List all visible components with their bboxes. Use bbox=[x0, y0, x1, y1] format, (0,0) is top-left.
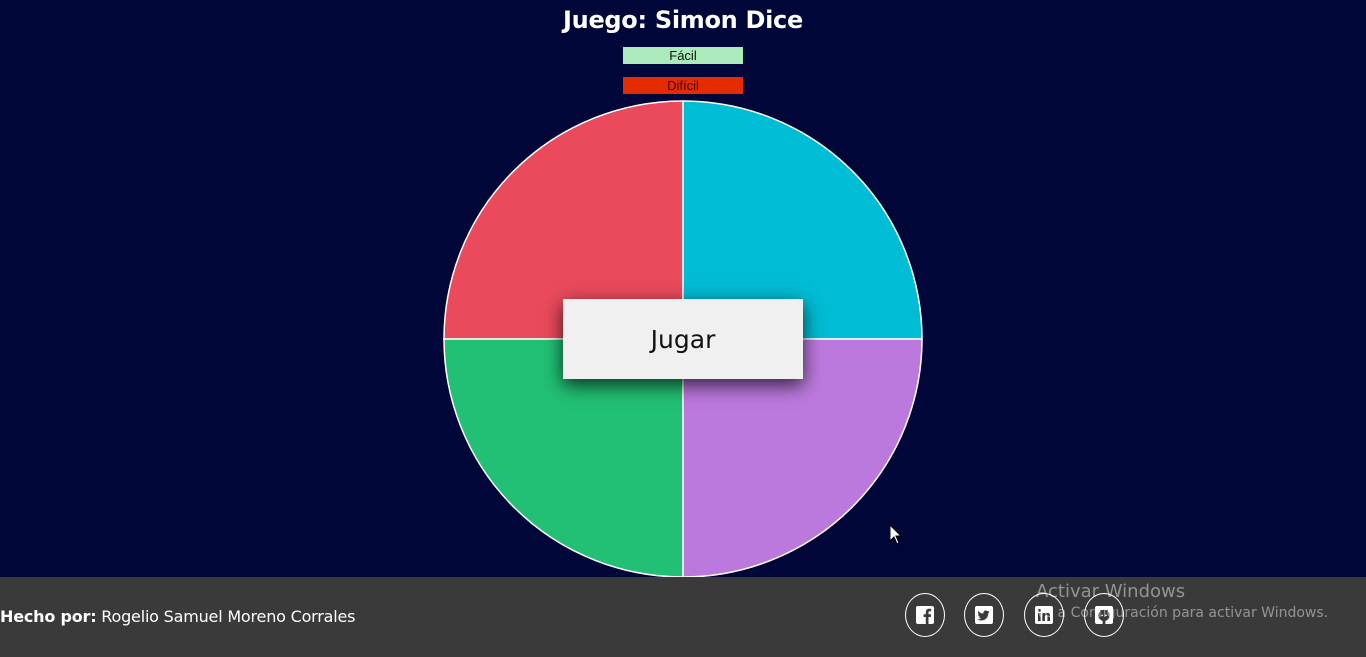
watermark-subtitle: Ve a Configuración para activar Windows. bbox=[1036, 605, 1329, 621]
windows-activation-watermark: Activar Windows Ve a Configuración para … bbox=[1036, 581, 1328, 621]
twitter-link[interactable] bbox=[964, 593, 1004, 637]
author-credit: Hecho por: Rogelio Samuel Moreno Corrale… bbox=[0, 607, 355, 626]
easy-level-button[interactable]: Fácil bbox=[623, 47, 743, 64]
watermark-title: Activar Windows bbox=[1036, 581, 1186, 602]
facebook-link[interactable] bbox=[905, 593, 945, 637]
credit-label: Hecho por: bbox=[0, 607, 97, 626]
play-button[interactable]: Jugar bbox=[563, 299, 803, 379]
page-title: Juego: Simon Dice bbox=[563, 6, 803, 34]
facebook-icon bbox=[916, 606, 934, 624]
mouse-cursor-icon bbox=[889, 524, 903, 545]
hard-level-button[interactable]: Difícil bbox=[623, 77, 743, 94]
author-name: Rogelio Samuel Moreno Corrales bbox=[96, 607, 356, 626]
twitter-icon bbox=[975, 606, 993, 624]
page: Juego: Simon Dice Fácil Difícil Jugar He… bbox=[0, 0, 1366, 657]
